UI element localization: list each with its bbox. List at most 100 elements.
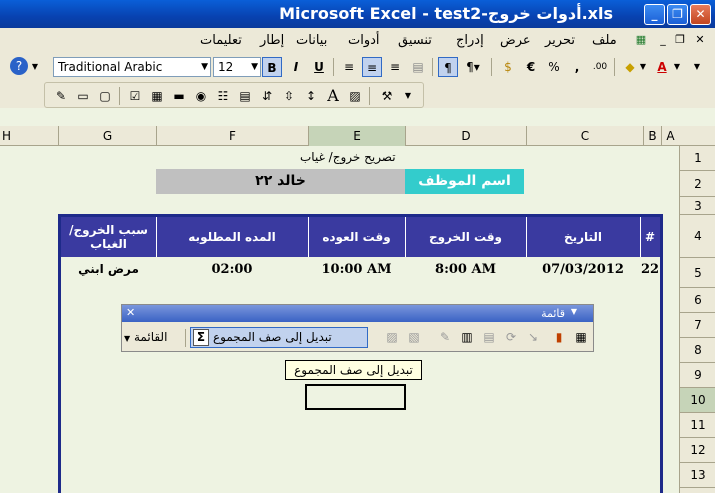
unlink-icon[interactable]: ▧ <box>404 327 424 347</box>
close-button[interactable]: ✕ <box>690 4 711 25</box>
menu-tools[interactable]: أدوات <box>348 33 380 48</box>
percent-style-icon[interactable]: % <box>544 57 564 77</box>
list-properties-icon[interactable]: ▥ <box>457 327 477 347</box>
row-header[interactable]: 11 <box>680 413 715 438</box>
publish-icon[interactable]: ▨ <box>382 327 402 347</box>
record-return-time[interactable]: 10:00 AM <box>308 262 405 277</box>
record-date[interactable]: 07/03/2012 <box>526 262 640 277</box>
scrollbar-tool-icon[interactable]: ▬ <box>169 86 189 106</box>
image-tool-icon[interactable]: ▨ <box>345 86 365 106</box>
align-center-icon[interactable]: ≡ <box>362 57 382 77</box>
underline-button[interactable]: U <box>309 57 329 77</box>
label-tool-icon[interactable]: ✎ <box>51 86 71 106</box>
spin-control-icon[interactable]: ↕ <box>301 86 321 106</box>
column-header-g[interactable]: G <box>58 126 156 146</box>
menu-data[interactable]: بيانات <box>296 33 327 48</box>
column-header-b[interactable]: B <box>643 126 661 146</box>
column-header-d[interactable]: D <box>405 126 526 146</box>
font-text-icon[interactable]: A <box>323 86 343 106</box>
sync-icon[interactable]: ✎ <box>435 327 455 347</box>
row-header[interactable]: 7 <box>680 313 715 338</box>
fill-color-icon[interactable]: ◆ <box>620 57 640 77</box>
toolbar-options-icon[interactable]: ▼ <box>690 57 704 77</box>
record-reason[interactable]: مرض ابني <box>61 262 156 276</box>
button-tool-icon[interactable]: ▢ <box>95 86 115 106</box>
menu-insert[interactable]: إدراج <box>456 33 484 48</box>
record-exit-time[interactable]: 8:00 AM <box>405 262 526 277</box>
combo-list-icon[interactable]: ⇳ <box>279 86 299 106</box>
menu-window[interactable]: إطار <box>260 33 284 48</box>
spinner-tool-icon[interactable]: ⇵ <box>257 86 277 106</box>
row-header[interactable]: 10 <box>680 388 715 413</box>
tools-icon[interactable]: ⚒ <box>377 86 397 106</box>
help-icon[interactable]: ? <box>10 57 28 75</box>
row-header[interactable]: 13 <box>680 463 715 488</box>
group-box-icon[interactable]: ▭ <box>73 86 93 106</box>
column-header-c[interactable]: C <box>526 126 643 146</box>
column-header-f[interactable]: F <box>156 126 308 146</box>
menu-format[interactable]: تنسيق <box>398 33 432 48</box>
toolbar-options-icon[interactable]: ▼ <box>403 86 413 106</box>
employee-name-cell[interactable]: خالد ٢٢ <box>156 169 405 194</box>
combo-tool-icon[interactable]: ▤ <box>235 86 255 106</box>
row-header[interactable]: 6 <box>680 288 715 313</box>
list-menu-button[interactable]: ▼ القائمة <box>124 327 182 348</box>
radio-tool-icon[interactable]: ◉ <box>191 86 211 106</box>
font-color-icon[interactable]: A <box>652 57 672 77</box>
minimize-button[interactable]: _ <box>644 4 665 25</box>
currency-style-icon[interactable]: $ <box>498 57 518 77</box>
resize-list-icon[interactable]: ↘ <box>523 327 543 347</box>
chevron-down-icon[interactable]: ▼ <box>672 57 682 77</box>
doc-close-button[interactable]: ✕ <box>692 32 708 48</box>
doc-restore-button[interactable]: ❐ <box>672 32 688 48</box>
checkbox-tool-icon[interactable]: ☑ <box>125 86 145 106</box>
row-header[interactable]: 3 <box>680 197 715 215</box>
row-header[interactable]: 5 <box>680 258 715 288</box>
chevron-down-icon[interactable]: ▼ <box>251 58 258 76</box>
column-header-h[interactable]: H <box>0 126 58 146</box>
record-num[interactable]: 22 <box>640 262 660 277</box>
menu-edit[interactable]: تحرير <box>545 33 575 48</box>
font-size-combo[interactable]: 12 ▼ <box>213 57 261 77</box>
active-cell-selection[interactable] <box>305 384 406 410</box>
euro-icon[interactable]: € <box>521 57 541 77</box>
row-header[interactable]: 4 <box>680 215 715 258</box>
ltr-direction-icon[interactable]: ¶▾ <box>460 57 486 77</box>
table-icon[interactable]: ▦ <box>571 327 591 347</box>
chevron-down-icon[interactable]: ▼ <box>201 58 208 76</box>
doc-minimize-button[interactable]: _ <box>655 32 671 48</box>
rtl-direction-icon[interactable]: ¶ <box>438 57 458 77</box>
increase-decimal-icon[interactable]: .00 <box>590 57 610 77</box>
chart-icon[interactable]: ▮ <box>549 327 569 347</box>
menu-help[interactable]: تعليمات <box>200 33 242 48</box>
print-icon[interactable]: ▤ <box>479 327 499 347</box>
option-button-icon[interactable]: ▦ <box>147 86 167 106</box>
row-header[interactable]: 1 <box>680 146 715 171</box>
restore-button[interactable]: ❐ <box>667 4 688 25</box>
list-toolbar-title-bar[interactable]: ✕ قائمة ▼ <box>122 305 593 322</box>
convert-to-total-row-button[interactable]: Σ تبديل إلى صف المجموع <box>190 327 368 348</box>
column-header-e[interactable]: E <box>308 126 405 146</box>
comma-style-icon[interactable]: , <box>567 57 587 77</box>
bold-button[interactable]: B <box>262 57 282 77</box>
row-header[interactable]: 8 <box>680 338 715 363</box>
font-name-combo[interactable]: Traditional Arabic ▼ <box>53 57 211 77</box>
refresh-icon[interactable]: ⟳ <box>501 327 521 347</box>
excel-doc-icon[interactable]: ▦ <box>633 32 649 48</box>
menu-file[interactable]: ملف <box>592 33 617 48</box>
listbox-tool-icon[interactable]: ☷ <box>213 86 233 106</box>
row-header[interactable]: 9 <box>680 363 715 388</box>
chevron-down-icon[interactable]: ▼ <box>638 57 648 77</box>
toolbar-options-icon[interactable]: ▼ <box>30 57 40 77</box>
close-icon[interactable]: ✕ <box>126 306 135 319</box>
row-header[interactable]: 12 <box>680 438 715 463</box>
record-duration[interactable]: 02:00 <box>156 262 308 277</box>
align-right-icon[interactable]: ≡ <box>385 57 405 77</box>
column-header-a[interactable]: A <box>661 126 679 146</box>
merge-center-icon[interactable]: ▤ <box>408 57 428 77</box>
italic-button[interactable]: I <box>286 57 306 77</box>
menu-view[interactable]: عرض <box>500 33 531 48</box>
row-header[interactable]: 2 <box>680 171 715 197</box>
align-left-icon[interactable]: ≡ <box>339 57 359 77</box>
chevron-down-icon[interactable]: ▼ <box>571 307 577 316</box>
